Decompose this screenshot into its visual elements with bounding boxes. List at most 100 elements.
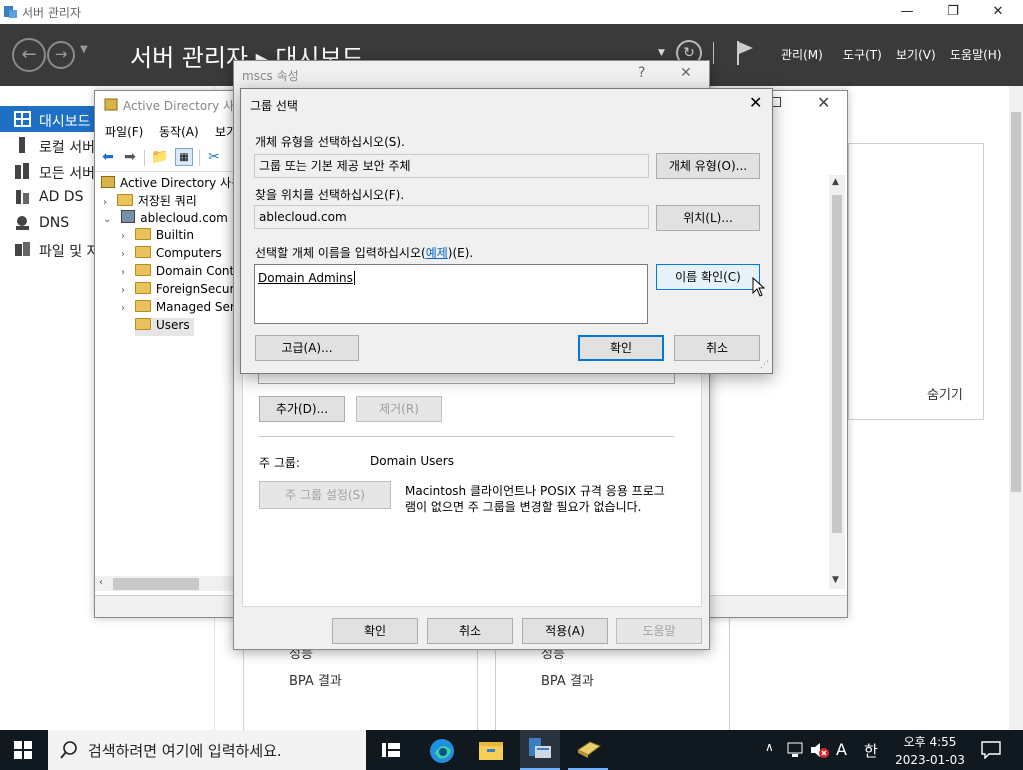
object-names-input[interactable]: Domain Admins [254,264,648,324]
back-button[interactable]: ← [12,38,46,72]
check-names-button[interactable]: 이름 확인(C) [656,264,760,290]
tree-item-domain[interactable]: ⌄ ablecloud.com [103,210,228,228]
folder-icon [134,282,151,294]
sidebar-item-label: DNS [39,215,70,231]
header-divider [713,42,714,64]
dashboard-scrollbar[interactable] [1009,86,1023,730]
aduc-menu-action[interactable]: 동작(A) [159,123,199,140]
server-manager-taskbar-icon [529,738,551,758]
chevron-down-icon[interactable]: ⌄ [103,214,111,225]
tree-item-domain-controllers[interactable]: › Domain Controllers [121,264,237,282]
chevron-right-icon[interactable]: › [121,249,125,260]
windows-start-icon[interactable] [14,741,32,759]
forward-arrow-icon[interactable]: ➡ [121,148,139,166]
search-icon [60,741,77,759]
up-folder-icon[interactable]: 📁 [151,148,169,166]
ok-button[interactable]: 확인 [332,618,418,644]
file-storage-icon [15,242,30,256]
cancel-button[interactable]: 취소 [427,618,513,644]
folder-icon [135,318,151,330]
edge-browser-icon[interactable] [429,738,455,764]
notification-center-icon[interactable] [981,741,1001,759]
toolbar-divider [144,150,145,166]
chevron-right-icon[interactable]: › [121,285,125,296]
tree-item-users[interactable]: Users [135,318,194,336]
tree-item-root[interactable]: Active Directory 사용자 및 컴퓨터 [101,174,237,192]
examples-link[interactable]: 예제 [426,246,448,260]
aduc-taskbar-button[interactable] [568,730,608,770]
locations-button[interactable]: 위치(L)... [656,205,760,231]
help-button[interactable]: 도움말 [616,618,702,644]
scrollbar-thumb[interactable] [113,578,199,590]
add-button[interactable]: 추가(D)... [259,396,345,422]
clock[interactable]: 오후 4:55 2023-01-03 [888,733,972,767]
menu-tools[interactable]: 도구(T) [843,46,882,63]
tree-item-computers[interactable]: › Computers [121,246,222,264]
volume-muted-icon[interactable] [810,741,830,759]
hide-link[interactable]: 숨기기 [927,384,963,403]
close-icon[interactable]: ✕ [749,93,762,112]
chevron-right-icon[interactable]: › [121,231,125,242]
tree-item-managed-service-accounts[interactable]: › Managed Service Accounts [121,300,237,318]
server-manager-app-icon [4,6,17,18]
cut-icon[interactable]: ✂ [205,148,223,166]
close-button[interactable]: ✕ [975,2,1021,22]
menu-manage[interactable]: 관리(M) [781,46,823,63]
details-vertical-scrollbar[interactable]: ▲ ▼ [829,175,845,589]
flag-icon[interactable] [735,40,755,66]
scroll-left-icon[interactable]: ‹ [99,577,103,588]
chevron-right-icon[interactable]: › [103,197,107,208]
tree-item-builtin[interactable]: › Builtin [121,228,194,246]
chevron-right-icon[interactable]: › [121,267,125,278]
taskbar-search-box[interactable]: 검색하려면 여기에 입력하세요. [48,730,366,770]
back-arrow-icon[interactable]: ⬅ [99,148,117,166]
scrollbar-thumb[interactable] [1011,112,1021,492]
set-primary-group-button[interactable]: 주 그룹 설정(S) [259,481,391,509]
tree-horizontal-scrollbar[interactable]: ‹ [95,576,237,591]
aduc-menu-file[interactable]: 파일(F) [105,123,143,140]
advanced-button[interactable]: 고급(A)... [255,335,359,361]
maximize-button[interactable]: ❐ [930,2,976,22]
minimize-button[interactable]: — [884,2,930,22]
chevron-right-icon[interactable]: › [121,303,125,314]
task-view-icon[interactable] [381,741,401,759]
forward-button[interactable]: → [47,41,75,69]
cancel-button[interactable]: 취소 [674,335,760,361]
ok-button[interactable]: 확인 [578,335,664,361]
object-types-button[interactable]: 개체 유형(O)... [656,153,760,179]
show-hidden-icons-icon[interactable]: ∧ [765,740,774,754]
menu-help[interactable]: 도움말(H) [950,46,1002,63]
folder-icon [134,228,151,240]
resize-grip-icon[interactable]: ⋰ [760,360,769,370]
arrow-right-icon: → [54,45,68,63]
aduc-close-button[interactable]: ✕ [817,93,830,112]
ime-mode-indicator[interactable]: A [836,740,847,759]
toolbar-divider [199,150,200,166]
tree-item-foreign-security-principals[interactable]: › ForeignSecurityPrincipals [121,282,237,300]
tree-item-saved-queries[interactable]: › 저장된 쿼리 [103,192,197,210]
bpa-results-link[interactable]: BPA 결과 [289,670,342,689]
apply-button[interactable]: 적용(A) [522,618,608,644]
network-icon[interactable] [787,742,805,758]
scrollbar-thumb[interactable] [832,195,842,533]
input-language-indicator[interactable]: 한 [864,740,878,761]
server-manager-taskbar-button[interactable] [520,730,560,770]
menu-view[interactable]: 보기(V) [896,46,936,63]
file-explorer-icon[interactable] [478,739,504,761]
properties-close-button[interactable]: ✕ [680,65,692,81]
remove-button[interactable]: 제거(R) [356,396,442,422]
folder-icon [116,194,133,206]
server-icon [19,137,25,153]
show-hide-tree-icon[interactable]: ▦ [175,148,193,166]
search-placeholder: 검색하려면 여기에 입력하세요. [88,742,282,760]
sidebar-item-label: AD DS [39,189,84,205]
refresh-dropdown-icon[interactable]: ▼ [658,48,665,58]
nav-history-dropdown-icon[interactable]: ▼ [80,44,88,55]
bpa-results-link[interactable]: BPA 결과 [541,670,594,689]
sidebar-item-label: 모든 서버 [39,166,95,182]
scroll-up-icon[interactable]: ▲ [832,177,839,187]
scroll-down-icon[interactable]: ▼ [832,575,839,585]
server-manager-titlebar: 서버 관리자 — ❐ ✕ [0,0,1023,24]
help-icon[interactable]: ? [638,65,645,81]
location-field: ablecloud.com [254,205,649,229]
